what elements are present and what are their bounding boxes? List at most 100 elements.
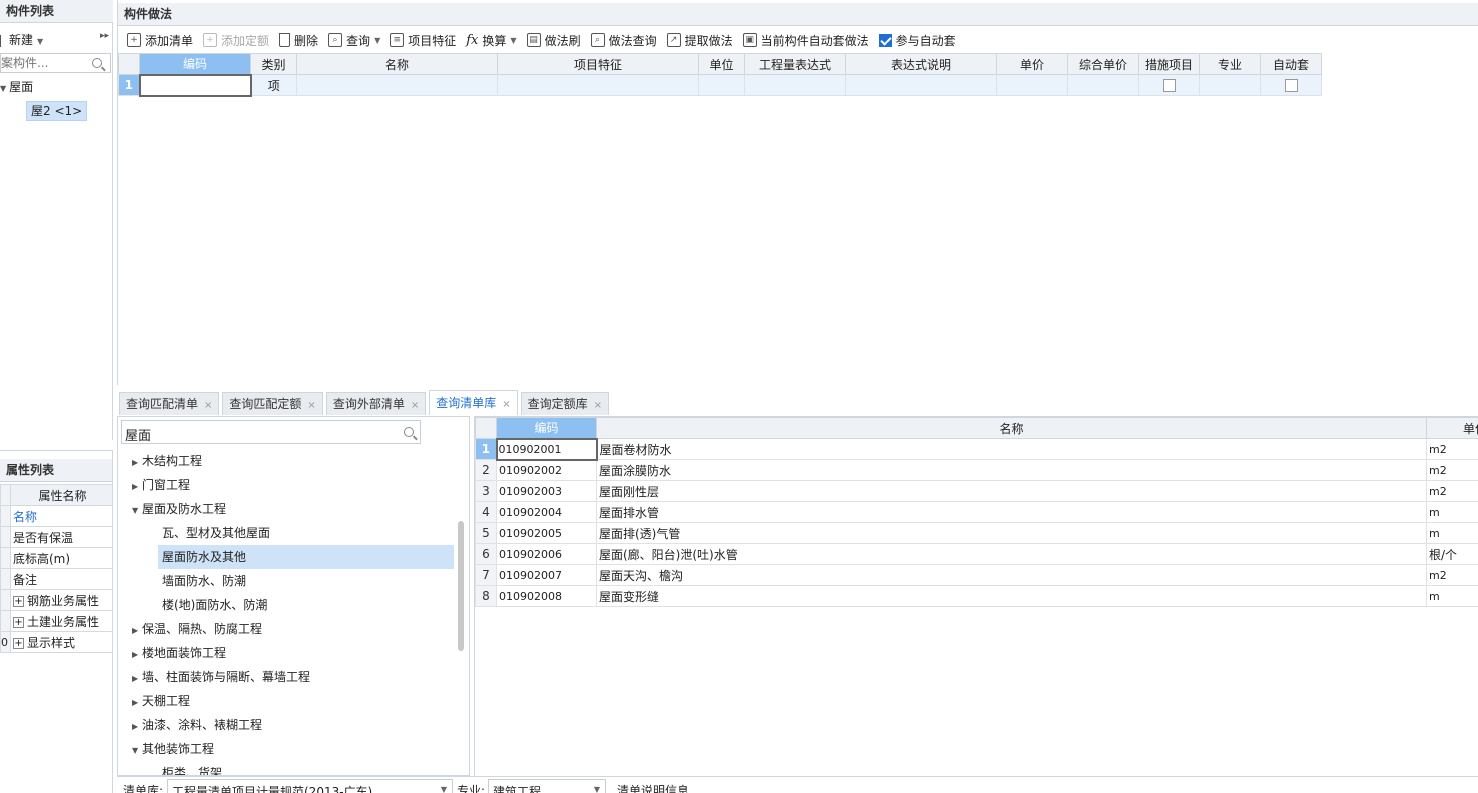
- add-list-button[interactable]: + 添加清单: [122, 29, 198, 51]
- col-major[interactable]: 专业: [1199, 53, 1261, 75]
- col-type[interactable]: 类别: [250, 53, 297, 75]
- major-select[interactable]: 建筑工程 ▼: [488, 779, 606, 793]
- table-row[interactable]: 8 010902008 屋面变形缝 m: [475, 585, 1478, 607]
- expand-arrow-icon[interactable]: ▶: [132, 451, 142, 475]
- tree-node-roof2[interactable]: 屋2 <1>: [26, 100, 88, 122]
- tree-node[interactable]: ▶ 油漆、涂料、裱糊工程: [132, 713, 262, 737]
- library-search-input[interactable]: 屋面: [121, 420, 421, 444]
- tree-node-roof[interactable]: ▼ 屋面: [0, 76, 33, 98]
- table-row[interactable]: 5 010902005 屋面排(透)气管 m: [475, 522, 1478, 544]
- collapse-arrow-icon[interactable]: ▼: [0, 84, 6, 93]
- query-button[interactable]: ⌕ 查询 ▼: [323, 29, 385, 51]
- tree-node[interactable]: 瓦、型材及其他屋面: [162, 521, 270, 545]
- tab-list-library[interactable]: 查询清单库 ×: [429, 390, 518, 415]
- property-row[interactable]: 名称: [0, 505, 113, 527]
- library-select[interactable]: 工程量清单项目计量规范(2013-广东) ▼: [167, 779, 453, 793]
- expand-plus-icon[interactable]: +: [13, 637, 24, 649]
- tree-node[interactable]: ▼ 屋面及防水工程: [132, 497, 226, 521]
- expand-arrow-icon[interactable]: ▶: [132, 475, 142, 499]
- table-row[interactable]: 7 010902007 屋面天沟、檐沟 m2: [475, 564, 1478, 586]
- expr-desc-cell[interactable]: [845, 74, 997, 96]
- expand-arrow-icon[interactable]: ▶: [132, 619, 142, 643]
- tree-node[interactable]: 柜类、货架: [162, 761, 222, 775]
- tree-node-selected[interactable]: 屋面防水及其他: [158, 545, 454, 569]
- measure-item-cell[interactable]: [1138, 74, 1200, 96]
- expand-arrows-icon[interactable]: ▸▸: [100, 31, 109, 41]
- close-icon[interactable]: ×: [204, 400, 212, 411]
- component-search-box[interactable]: [0, 53, 111, 73]
- search-icon[interactable]: [404, 426, 414, 440]
- tree-node[interactable]: ▶ 门窗工程: [132, 473, 190, 497]
- property-row[interactable]: + 土建业务属性: [0, 610, 113, 632]
- price-cell[interactable]: [996, 74, 1068, 96]
- tree-node[interactable]: 楼(地)面防水、防潮: [162, 593, 267, 617]
- unit-cell[interactable]: [698, 74, 745, 96]
- expand-arrow-icon[interactable]: ▶: [132, 643, 142, 667]
- col-quantity-expr[interactable]: 工程量表达式: [744, 53, 846, 75]
- col-measure-item[interactable]: 措施项目: [1138, 53, 1200, 75]
- convert-button[interactable]: fx 换算 ▼: [461, 29, 521, 51]
- expand-arrow-icon[interactable]: ▶: [132, 667, 142, 691]
- item-feature-button[interactable]: ≡ 项目特征: [385, 29, 461, 51]
- property-row[interactable]: + 钢筋业务属性: [0, 589, 113, 611]
- auto-checkbox[interactable]: [1284, 79, 1298, 92]
- col-code[interactable]: 编码: [139, 53, 251, 75]
- tree-node[interactable]: ▶ 天棚工程: [132, 689, 190, 713]
- col-feature[interactable]: 项目特征: [497, 53, 699, 75]
- delete-button[interactable]: 删除: [274, 29, 323, 51]
- property-row[interactable]: 是否有保温: [0, 526, 113, 548]
- collapse-arrow-icon[interactable]: ▼: [132, 739, 142, 763]
- tree-node[interactable]: ▶ 楼地面装饰工程: [132, 641, 226, 665]
- expand-plus-icon[interactable]: +: [13, 616, 24, 628]
- add-quota-button[interactable]: + 添加定额: [198, 29, 274, 51]
- col-composite-price[interactable]: 综合单价: [1067, 53, 1139, 75]
- tab-external-list[interactable]: 查询外部清单 ×: [325, 392, 427, 415]
- col-auto[interactable]: 自动套: [1260, 53, 1322, 75]
- col-expr-desc[interactable]: 表达式说明: [845, 53, 997, 75]
- table-row[interactable]: 2 010902002 屋面涂膜防水 m2: [475, 459, 1478, 481]
- expand-arrow-icon[interactable]: ▶: [132, 691, 142, 715]
- major-cell[interactable]: [1199, 74, 1261, 96]
- feature-cell[interactable]: [497, 74, 699, 96]
- tab-match-quota[interactable]: 查询匹配定额 ×: [222, 392, 323, 415]
- join-auto-checkbox[interactable]: [878, 33, 892, 47]
- tab-quota-library[interactable]: 查询定额库 ×: [520, 392, 610, 415]
- search-icon[interactable]: [92, 57, 102, 71]
- property-row[interactable]: 备注: [0, 568, 113, 590]
- col-unit[interactable]: 单位: [1426, 417, 1478, 439]
- tab-match-list[interactable]: 查询匹配清单 ×: [119, 392, 220, 415]
- component-search-input[interactable]: [1, 54, 91, 72]
- table-row[interactable]: 1 项: [118, 73, 1322, 97]
- col-name[interactable]: 名称: [296, 53, 498, 75]
- col-unit[interactable]: 单位: [698, 53, 745, 75]
- table-row[interactable]: 6 010902006 屋面(廊、阳台)泄(吐)水管 根/个: [475, 543, 1478, 565]
- table-row[interactable]: 1 010902001 屋面卷材防水 m2: [475, 437, 1478, 461]
- tree-node[interactable]: ▼ 其他装饰工程: [132, 737, 214, 761]
- measure-item-checkbox[interactable]: [1162, 79, 1176, 92]
- method-query-button[interactable]: ⌕ 做法查询: [586, 29, 662, 51]
- col-code[interactable]: 编码: [496, 417, 597, 439]
- col-name[interactable]: 名称: [596, 417, 1427, 439]
- property-row[interactable]: 底标高(m): [0, 547, 113, 569]
- auto-method-button[interactable]: ▣ 当前构件自动套做法: [738, 29, 874, 51]
- method-brush-button[interactable]: ▤ 做法刷: [522, 29, 586, 51]
- expand-plus-icon[interactable]: +: [13, 595, 24, 607]
- close-icon[interactable]: ×: [411, 400, 419, 411]
- tree-node[interactable]: ▶ 保温、隔热、防腐工程: [132, 617, 262, 641]
- tree-node[interactable]: ▶ 木结构工程: [132, 449, 202, 473]
- code-cell[interactable]: [138, 73, 252, 97]
- quantity-expr-cell[interactable]: [744, 74, 846, 96]
- property-row[interactable]: 0 + 显示样式: [0, 631, 113, 653]
- tree-node[interactable]: 墙面防水、防潮: [162, 569, 246, 593]
- new-button[interactable]: 新建 ▼: [0, 31, 43, 48]
- close-icon[interactable]: ×: [502, 399, 510, 410]
- join-auto-toggle[interactable]: 参与自动套: [874, 29, 961, 51]
- tree-node[interactable]: ▶ 墙、柱面装饰与隔断、幕墙工程: [132, 665, 310, 689]
- table-row[interactable]: 3 010902003 屋面刚性层 m2: [475, 480, 1478, 502]
- table-row[interactable]: 4 010902004 屋面排水管 m: [475, 501, 1478, 523]
- close-icon[interactable]: ×: [307, 400, 315, 411]
- name-cell[interactable]: [296, 74, 498, 96]
- auto-cell[interactable]: [1260, 74, 1322, 96]
- composite-price-cell[interactable]: [1067, 74, 1139, 96]
- extract-method-button[interactable]: ↗ 提取做法: [662, 29, 738, 51]
